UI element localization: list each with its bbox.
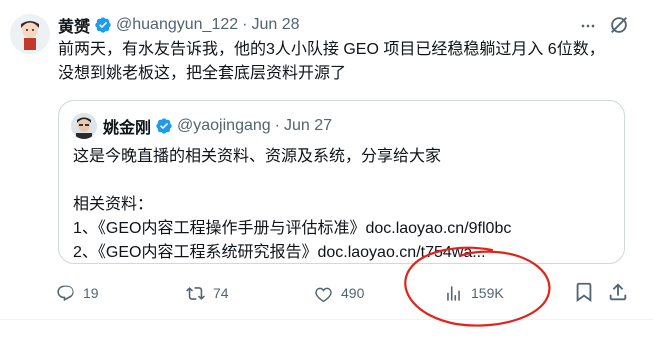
tweet-header: 黄赟 @huangyun_122 · Jun 28 [58,14,300,36]
meta-separator: · [242,16,248,33]
more-icon[interactable] [578,16,598,36]
reply-button[interactable]: 19 [56,278,99,308]
like-button[interactable]: 490 [314,278,364,308]
grok-icon[interactable] [608,14,630,36]
quoted-header: 姚金刚 @yaojingang · Jun 27 [103,115,332,137]
author-avatar[interactable] [10,14,50,54]
quoted-author-handle: @yaojingang [177,117,271,134]
tweet-text-line: 前两天，有水友告诉我，他的3人小队接 GEO 项目已经稳稳躺过月入 6位数， [58,41,605,58]
author-handle[interactable]: @huangyun_122 [116,16,238,34]
like-count: 490 [341,285,365,301]
views-button[interactable]: 159K [444,278,504,308]
quoted-text-line: 相关资料： [73,196,154,213]
like-icon [315,287,332,302]
quoted-tweet[interactable]: 姚金刚 @yaojingang · Jun 27 这是今晚直播的相关资料、资源及… [58,100,625,264]
tweet-text-line: 没想到姚老板这，把全套底层资料开源了 [58,65,347,82]
repost-icon [186,286,205,300]
quoted-text-line: 1、《GEO内容工程操作手册与评估标准》doc.laoyao.cn/9fl0bc [73,220,512,237]
reply-count: 19 [83,285,99,301]
quoted-text-line: 2、《GEO内容工程系统研究报告》doc.laoyao.cn/t754wa... [73,244,486,261]
share-icon[interactable] [607,281,629,303]
tweet-article[interactable]: 黄赟 @huangyun_122 · Jun 28 前两天，有水友告诉我，他的3… [0,0,653,320]
tweet-text: 前两天，有水友告诉我，他的3人小队接 GEO 项目已经稳稳躺过月入 6位数， 没… [58,38,638,86]
quoted-author-avatar [71,113,97,139]
tweet-divider [0,319,653,320]
verified-icon [95,17,111,33]
repost-button[interactable]: 74 [186,278,229,308]
views-count: 159K [471,285,504,301]
action-bar: 19 74 490 159K [0,278,653,308]
quoted-date: Jun 27 [283,117,333,134]
meta-separator: · [274,117,280,134]
bookmark-icon[interactable] [573,281,595,303]
quoted-text-line: 这是今晚直播的相关资料、资源及系统，分享给大家 [73,148,442,165]
repost-count: 74 [213,285,229,301]
quoted-text: 这是今晚直播的相关资料、资源及系统，分享给大家 相关资料： 1、《GEO内容工程… [73,145,613,265]
views-icon [447,285,460,301]
quoted-author-name: 姚金刚 [103,120,152,137]
tweet-date[interactable]: Jun 28 [251,16,299,34]
author-name[interactable]: 黄赟 [58,13,90,37]
quoted-text-line [73,169,613,193]
verified-icon [156,118,172,134]
reply-icon [57,285,74,301]
